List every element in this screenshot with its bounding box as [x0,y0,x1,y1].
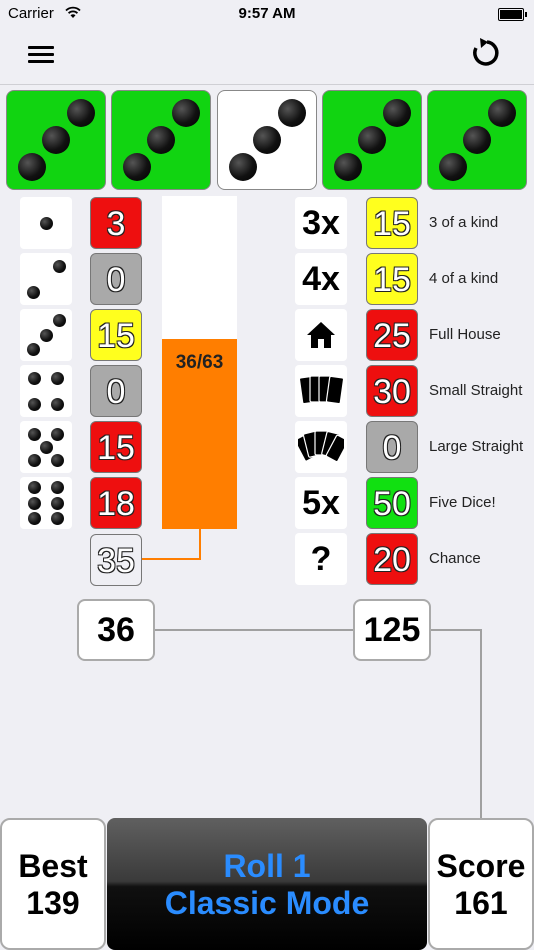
die-pip [333,153,362,182]
die-pip [171,98,200,127]
die-4[interactable] [322,90,422,190]
lower-score-2[interactable]: 15 [366,253,418,305]
upper-score-6[interactable]: 18 [90,477,142,529]
die-pip [27,496,41,510]
lower-score-6[interactable]: 50 [366,477,418,529]
die-pip [51,480,65,494]
game-mode-label: Classic Mode [164,885,370,921]
score-connector-v [480,629,482,819]
upper-face-2-icon [20,253,72,305]
upper-bonus-progress-text: 36/63 [175,352,224,373]
die-pip [277,98,306,127]
die-pip [438,153,467,182]
die-pip [52,313,66,327]
clock: 9:57 AM [238,5,296,22]
score-value: 161 [454,885,508,921]
totals-connector [154,629,354,631]
upper-face-4-icon [20,365,72,417]
die-pip [39,440,53,454]
lower-category-label: Full House [429,326,501,343]
die-pip [27,397,41,411]
upper-score-2[interactable]: 0 [90,253,142,305]
nav-bar [0,28,534,85]
die-pip [51,453,65,467]
hamburger-menu-icon[interactable] [28,44,54,66]
upper-total: 36 [77,599,155,661]
die-pip [51,371,65,385]
lower-category-label: Small Straight [429,382,523,399]
upper-face-3-icon [20,309,72,361]
roll-count-label: Roll 1 [223,848,311,884]
upper-score-1[interactable]: 3 [90,197,142,249]
die-5[interactable] [427,90,527,190]
lower-category-label: Chance [429,550,481,567]
cards-five-fan-icon [294,421,349,473]
upper-score-3[interactable]: 15 [90,309,142,361]
five-x-icon: 5x [295,477,347,529]
die-pip [463,126,491,154]
upper-score-4[interactable]: 0 [90,365,142,417]
lower-category-label: Five Dice! [429,494,496,511]
die-pip [51,397,65,411]
die-pip [27,371,41,385]
score-box: Score 161 [428,818,534,950]
lower-score-4[interactable]: 30 [366,365,418,417]
die-pip [27,427,41,441]
upper-bonus-score: 35 [90,534,142,586]
house-icon [295,309,347,361]
roll-button[interactable]: Roll 1 Classic Mode [107,818,427,950]
die-pip [17,153,46,182]
status-bar: Carrier 9:57 AM [0,0,534,28]
die-pip [27,453,41,467]
die-pip [228,153,257,182]
upper-face-6-icon [20,477,72,529]
lower-category-label: 3 of a kind [429,214,499,231]
die-pip [487,98,516,127]
lower-score-5[interactable]: 0 [366,421,418,473]
die-pip [358,126,386,154]
die-pip [122,153,151,182]
progress-connector-h [142,558,201,560]
die-pip [253,126,281,154]
upper-score-5[interactable]: 15 [90,421,142,473]
die-pip [27,512,41,526]
die-pip [26,285,40,299]
battery-icon [498,8,527,21]
die-pip [66,98,95,127]
die-pip [147,126,175,154]
die-3[interactable] [217,90,317,190]
upper-face-5-icon [20,421,72,473]
best-score-box: Best 139 [0,818,106,950]
lower-category-label: Large Straight [429,438,524,455]
undo-arrow-icon[interactable] [466,34,504,72]
die-pip [27,480,41,494]
die-pip [39,216,53,230]
score-connector-h [430,629,482,631]
best-value: 139 [26,885,80,921]
die-pip [382,98,411,127]
question-icon: ? [295,533,347,585]
lower-score-1[interactable]: 15 [366,197,418,249]
lower-score-7[interactable]: 20 [366,533,418,585]
die-pip [42,126,70,154]
die-pip [39,328,53,342]
die-pip [52,259,66,273]
die-pip [51,496,65,510]
die-2[interactable] [111,90,211,190]
die-pip [26,343,40,357]
four-x-icon: 4x [295,253,347,305]
best-label: Best [18,848,88,884]
lower-total: 125 [353,599,431,661]
score-label: Score [436,848,526,884]
three-x-icon: 3x [295,197,347,249]
cards-four-icon [295,365,347,417]
lower-score-3[interactable]: 25 [366,309,418,361]
upper-face-1-icon [20,197,72,249]
progress-connector [199,529,201,559]
die-pip [51,427,65,441]
die-pip [51,512,65,526]
die-1[interactable] [6,90,106,190]
lower-category-label: 4 of a kind [429,270,499,287]
